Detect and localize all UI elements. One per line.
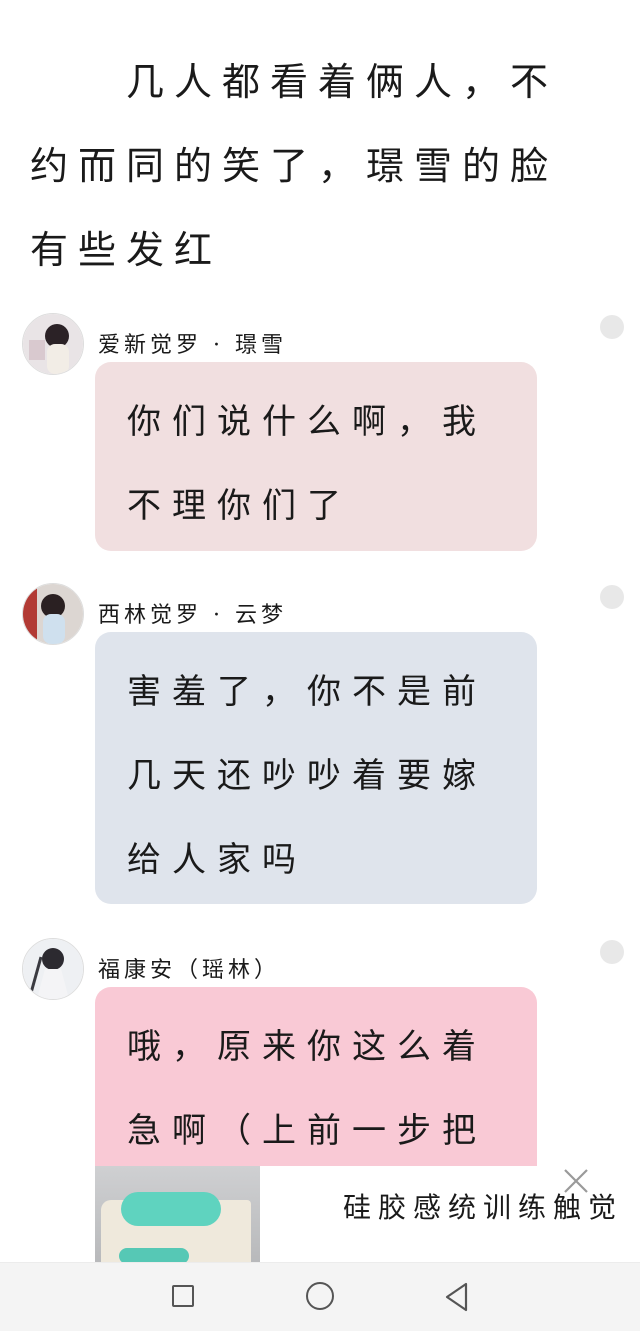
- triangle-back-icon: [445, 1282, 468, 1312]
- back-button[interactable]: [422, 1263, 492, 1331]
- close-icon[interactable]: [561, 1166, 591, 1204]
- sender-name: 爱新觉罗 · 璟雪: [98, 333, 287, 358]
- message-bubble: 你们说什么啊，我不理你们了: [95, 362, 537, 551]
- square-icon: [172, 1285, 194, 1307]
- message-text: 你们说什么啊，我不理你们了: [127, 402, 487, 526]
- home-button[interactable]: [286, 1263, 356, 1331]
- avatar[interactable]: [22, 313, 84, 375]
- recent-apps-button[interactable]: [148, 1263, 218, 1331]
- avatar[interactable]: [22, 583, 84, 645]
- more-dot-icon[interactable]: [600, 940, 624, 964]
- sender-name: 福康安（瑶林）: [98, 958, 281, 983]
- message-text: 害羞了，你不是前几天还吵吵着要嫁给人家吗: [127, 672, 487, 880]
- ad-product-image[interactable]: [95, 1166, 260, 1262]
- more-dot-icon[interactable]: [600, 585, 624, 609]
- circle-icon: [306, 1282, 334, 1310]
- message-bubble: 害羞了，你不是前几天还吵吵着要嫁给人家吗: [95, 632, 537, 904]
- navigation-bar: [0, 1262, 640, 1331]
- more-dot-icon[interactable]: [600, 315, 624, 339]
- narration-text: 几人都看着俩人，不约而同的笑了，璟雪的脸有些发红: [30, 60, 559, 272]
- ad-banner[interactable]: 硅胶感统训练触觉: [95, 1166, 640, 1262]
- sender-name: 西林觉罗 · 云梦: [98, 603, 287, 628]
- message-text: 哦，原来你这么着急啊（上前一步把: [127, 1027, 487, 1151]
- avatar[interactable]: [22, 938, 84, 1000]
